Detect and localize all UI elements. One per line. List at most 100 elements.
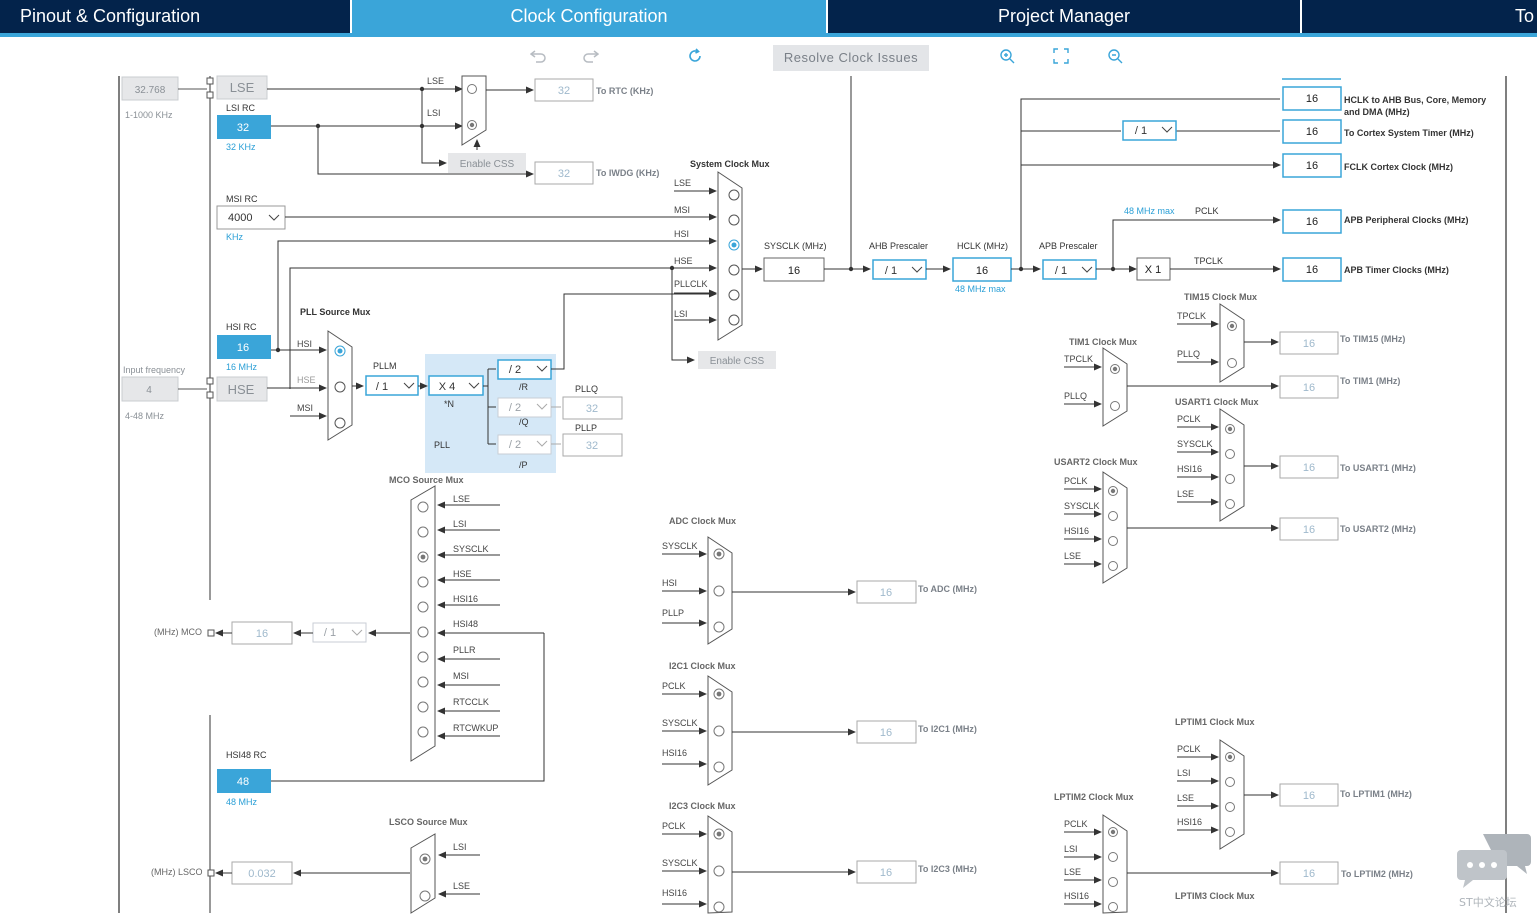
hse-block-label: HSE: [228, 382, 255, 397]
lptim1-radio[interactable]: [1225, 827, 1235, 837]
system-clock-mux-title: System Clock Mux: [690, 159, 770, 169]
output-label: APB Peripheral Clocks (MHz): [1344, 215, 1469, 225]
plln-value: X 4: [439, 381, 456, 393]
timer-multiplier-value: X 1: [1145, 264, 1162, 276]
i2c3-radio[interactable]: [713, 901, 725, 913]
i2c3-radio[interactable]: [713, 865, 725, 877]
pllp-div-value: / 2: [509, 439, 521, 451]
clock-tree-diagram: 32.768 1-1000 KHz LSE LSI RC 32 32 KHz M…: [118, 75, 1507, 914]
hsi48-title: HSI48 RC: [226, 750, 267, 760]
mco-radio-msi[interactable]: [417, 676, 429, 688]
rtc-output-value: 32: [558, 85, 570, 97]
radio-dot: [422, 856, 428, 862]
lptim1-radio[interactable]: [1225, 802, 1235, 812]
pll-source-radio-msi[interactable]: [334, 417, 346, 429]
i2c1-radio[interactable]: [713, 761, 725, 773]
output-fclk: 16 FCLK Cortex Clock (MHz): [1282, 153, 1453, 178]
rtc-lse-label: LSE: [427, 76, 444, 86]
pllm-label: PLLM: [373, 361, 397, 371]
i2c1-radio[interactable]: [713, 725, 725, 737]
tim1-input: PLLQ: [1064, 391, 1087, 401]
usart1-radio[interactable]: [1225, 474, 1235, 484]
mco-radio-hsi16[interactable]: [417, 601, 429, 613]
mco-arrowheads: [437, 501, 445, 740]
lsco-radio-lse[interactable]: [419, 890, 431, 902]
pllm-select[interactable]: [365, 375, 419, 396]
adc-radio[interactable]: [713, 585, 725, 597]
lptim1-mux-title: LPTIM1 Clock Mux: [1175, 717, 1255, 727]
junction: [275, 347, 281, 353]
output-value: 16: [1306, 126, 1318, 138]
radio-dot: [1110, 488, 1116, 494]
pll-source-radio-hse[interactable]: [334, 381, 346, 393]
usart2-radio[interactable]: [1108, 536, 1118, 546]
output-value: 16: [1306, 93, 1318, 105]
lptim2-radio[interactable]: [1108, 852, 1118, 862]
pllq-div-label: /Q: [519, 417, 529, 427]
pll-src-input-hse: HSE: [297, 375, 316, 385]
usart2-radio[interactable]: [1108, 561, 1118, 571]
lptim1-radio[interactable]: [1225, 777, 1235, 787]
mco-radio-hsi48[interactable]: [417, 626, 429, 638]
i2c1-input: PCLK: [662, 681, 686, 691]
hse-source: Input frequency 4 4-48 MHz HSE: [121, 365, 268, 421]
mux-radio-lse[interactable]: [728, 189, 740, 201]
mco-divider-select[interactable]: [312, 622, 367, 643]
radio-dot: [1227, 426, 1233, 432]
arrowheads: [437, 501, 445, 740]
output-label: HCLK to AHB Bus, Core, Memory: [1344, 95, 1486, 105]
usart2-radio[interactable]: [1108, 511, 1118, 521]
radio-dot: [420, 554, 426, 560]
lptim1-input: PCLK: [1177, 744, 1201, 754]
radio-dot: [1112, 366, 1118, 372]
lptim2-output-value: 16: [1303, 868, 1315, 880]
lsco-source-mux: [410, 833, 436, 914]
adc-output-label: To ADC (MHz): [918, 584, 977, 594]
pllq-output-value: 32: [586, 403, 598, 415]
usart1-radio[interactable]: [1225, 499, 1235, 509]
i2c3-mux-title: I2C3 Clock Mux: [669, 801, 736, 811]
lptim2-radio[interactable]: [1108, 877, 1118, 887]
tim15-mux-title: TIM15 Clock Mux: [1184, 292, 1257, 302]
adc-radio[interactable]: [713, 621, 725, 633]
apb-prescaler-select[interactable]: [1042, 259, 1097, 280]
mco-radio-rtcwkup[interactable]: [417, 726, 429, 738]
mco-input: HSI48: [453, 619, 478, 629]
mco-radio-lsi[interactable]: [417, 526, 429, 538]
mco-radio-lse[interactable]: [417, 501, 429, 513]
mux-radio-pllclk[interactable]: [728, 289, 740, 301]
i2c1-output-value: 16: [880, 727, 892, 739]
sysclk-value: 16: [788, 265, 800, 277]
adc-input: PLLP: [662, 608, 684, 618]
output-value: 16: [1306, 216, 1318, 228]
lptim2-input: HSI16: [1064, 891, 1089, 901]
rtc-output-label: To RTC (KHz): [596, 86, 653, 96]
tim15-radio[interactable]: [1227, 358, 1237, 368]
radio-dot: [1229, 323, 1235, 329]
lptim2-radio[interactable]: [1108, 902, 1118, 912]
i2c1-mux-title: I2C1 Clock Mux: [669, 661, 736, 671]
tim1-radio[interactable]: [1110, 401, 1120, 411]
usart2-input: PCLK: [1064, 476, 1088, 486]
plln-select[interactable]: [428, 375, 484, 396]
mux-radio-lsi[interactable]: [728, 314, 740, 326]
mco-radio-pllr[interactable]: [417, 651, 429, 663]
usart1-radio[interactable]: [1225, 449, 1235, 459]
mco-radio-hse[interactable]: [417, 576, 429, 588]
mux-radio-hse[interactable]: [728, 264, 740, 276]
mux-radio-msi[interactable]: [728, 214, 740, 226]
output-label: To Cortex System Timer (MHz): [1344, 128, 1474, 138]
lse-block-label: LSE: [230, 80, 255, 95]
lsco-source-mux-title: LSCO Source Mux: [389, 817, 468, 827]
ahb-prescaler-select[interactable]: [872, 259, 927, 280]
sysmux-input-msi: MSI: [674, 205, 690, 215]
lse-range: 1-1000 KHz: [125, 110, 173, 120]
lsi-value: 32: [237, 122, 249, 134]
mco-radio-rtcclk[interactable]: [417, 701, 429, 713]
cortex-timer-divider-value: / 1: [1135, 125, 1147, 137]
rtc-mux-radio[interactable]: [467, 84, 477, 94]
hclk-max: 48 MHz max: [955, 284, 1006, 294]
usart1-mux-title: USART1 Clock Mux: [1175, 397, 1259, 407]
usart2-mux-title: USART2 Clock Mux: [1054, 457, 1138, 467]
pclk-max: 48 MHz max: [1124, 206, 1175, 216]
